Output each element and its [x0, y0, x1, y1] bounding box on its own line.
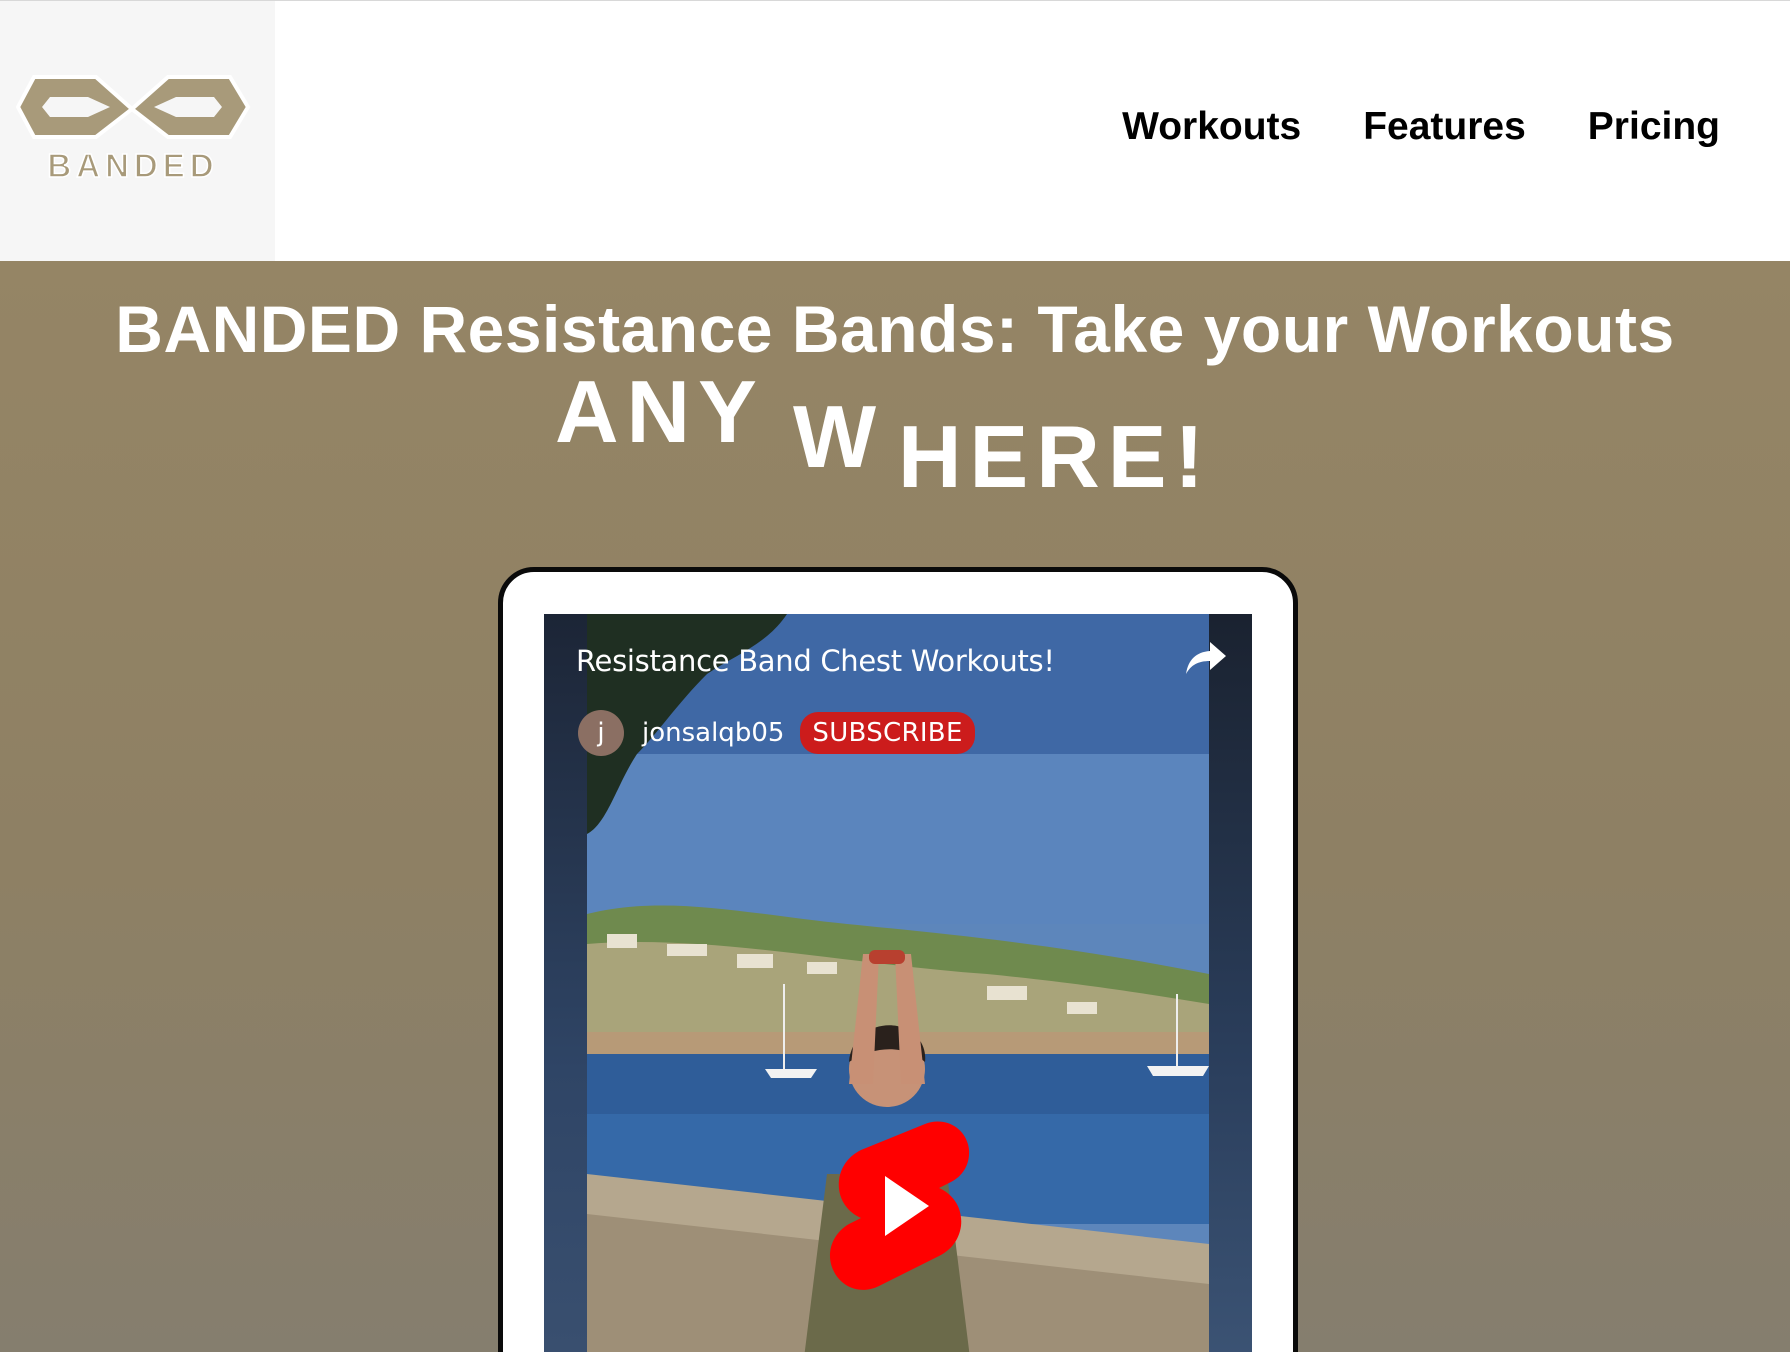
hero-title: BANDED Resistance Bands: Take your Worko…: [115, 292, 1675, 366]
share-arrow-icon[interactable]: [1184, 640, 1228, 681]
logo[interactable]: BANDED: [0, 1, 275, 262]
nav-workouts[interactable]: Workouts: [1122, 105, 1301, 149]
logo-wordmark: BANDED: [47, 147, 218, 184]
video-side-blur-right: [1209, 614, 1252, 1352]
channel-avatar[interactable]: j: [578, 710, 624, 756]
channel-info: j jonsalqb05 SUBSCRIBE: [578, 710, 975, 756]
anywhere-part-any: ANY: [555, 362, 765, 461]
video-embed[interactable]: Resistance Band Chest Workouts! j jonsal…: [544, 614, 1252, 1352]
nav-pricing[interactable]: Pricing: [1588, 105, 1720, 149]
nav-features[interactable]: Features: [1363, 105, 1526, 149]
anywhere-part-w: W: [793, 387, 885, 486]
channel-name[interactable]: jonsalqb05: [642, 718, 784, 748]
youtube-shorts-play-icon[interactable]: [829, 1118, 971, 1299]
anywhere-part-here: HERE!: [898, 407, 1212, 506]
site-header: BANDED Workouts Features Pricing: [0, 0, 1790, 262]
banded-logo-icon: BANDED: [15, 75, 251, 185]
video-title[interactable]: Resistance Band Chest Workouts!: [576, 644, 1055, 678]
main-nav: Workouts Features Pricing: [1122, 105, 1720, 149]
subscribe-button[interactable]: SUBSCRIBE: [800, 712, 975, 754]
